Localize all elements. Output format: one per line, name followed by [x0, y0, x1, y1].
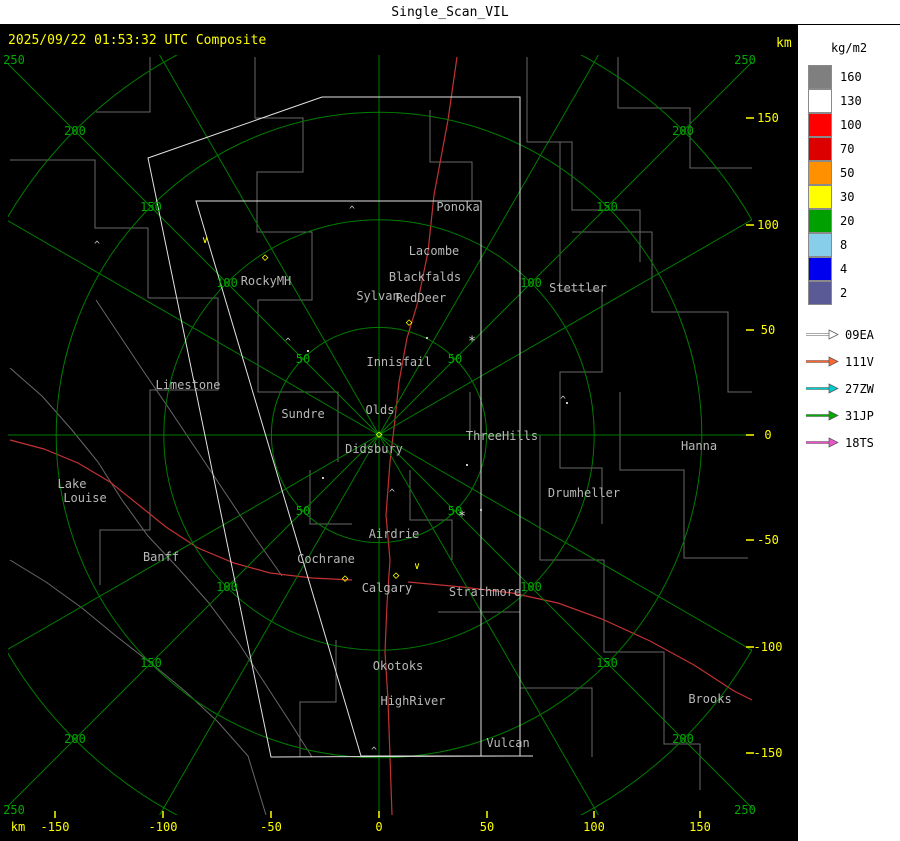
tracker-entry: 27ZW [804, 375, 900, 402]
legend-swatch [808, 161, 832, 185]
timestamp: 2025/09/22 01:53:32 UTC Composite [8, 33, 267, 48]
legend-swatch [808, 257, 832, 281]
legend-value: 100 [840, 118, 862, 132]
legend-swatch [808, 137, 832, 161]
tracker-id: 09EA [845, 327, 874, 342]
legend-swatch [808, 281, 832, 305]
legend-swatch [808, 233, 832, 257]
axis-ticks [54, 117, 754, 818]
tracker-id: 111V [845, 354, 874, 369]
legend-value: 70 [840, 142, 855, 156]
tracker-entry: 18TS [804, 429, 900, 456]
tracker-arrow-icon [806, 437, 839, 448]
tracker-id: 18TS [845, 435, 874, 450]
legend-scale: 160 130 100 70 50 30 20 8 4 2 [798, 65, 900, 305]
legend-swatch [808, 185, 832, 209]
tracker-entry: 09EA [804, 321, 900, 348]
tracker-id: 27ZW [845, 381, 874, 396]
legend-entry: 20 [808, 209, 900, 233]
window-title: Single_Scan_VIL [391, 4, 509, 20]
legend-value: 30 [840, 190, 855, 204]
tracker-id: 31JP [845, 408, 874, 423]
legend-swatch [808, 209, 832, 233]
legend-entry: 2 [808, 281, 900, 305]
legend-value: 4 [840, 262, 848, 276]
legend-value: 8 [840, 238, 848, 252]
tracker-arrow-icon [806, 383, 839, 394]
legend-entry: 160 [808, 65, 900, 89]
radar-display-window: 250 200 150 100 50 250 200 150 100 50 250 200 150 100… [0, 0, 900, 841]
radar-scan-boundary [147, 96, 533, 758]
tracker-entry: 111V [804, 348, 900, 375]
tracker-arrow-icon [806, 410, 839, 421]
tracker-arrow-icon [806, 356, 839, 367]
tracker-entry: 31JP [804, 402, 900, 429]
legend-value: 20 [840, 214, 855, 228]
legend-swatch [808, 113, 832, 137]
range-rings [8, 55, 752, 815]
legend-entry: 8 [808, 233, 900, 257]
legend-swatch [808, 65, 832, 89]
legend-entry: 50 [808, 161, 900, 185]
legend-entry: 70 [808, 137, 900, 161]
tracker-list: 09EA 111V 27ZW 31JP 18TS [798, 321, 900, 456]
legend-value: 2 [840, 286, 848, 300]
legend-value: 50 [840, 166, 855, 180]
title-bar: Single_Scan_VIL [0, 0, 900, 25]
tracker-arrow-icon [806, 329, 839, 340]
legend-value: 130 [840, 94, 862, 108]
legend-entry: 130 [808, 89, 900, 113]
y-axis-unit: km [776, 36, 792, 51]
legend-entry: 4 [808, 257, 900, 281]
legend-entry: 30 [808, 185, 900, 209]
radar-map [8, 55, 754, 818]
legend-value: 160 [840, 70, 862, 84]
legend-unit: kg/m2 [830, 41, 868, 55]
legend-entry: 100 [808, 113, 900, 137]
legend-swatch [808, 89, 832, 113]
legend-sidebar: kg/m2 160 130 100 70 50 30 20 8 4 2 09EA 111V 27ZW 3… [798, 25, 900, 841]
